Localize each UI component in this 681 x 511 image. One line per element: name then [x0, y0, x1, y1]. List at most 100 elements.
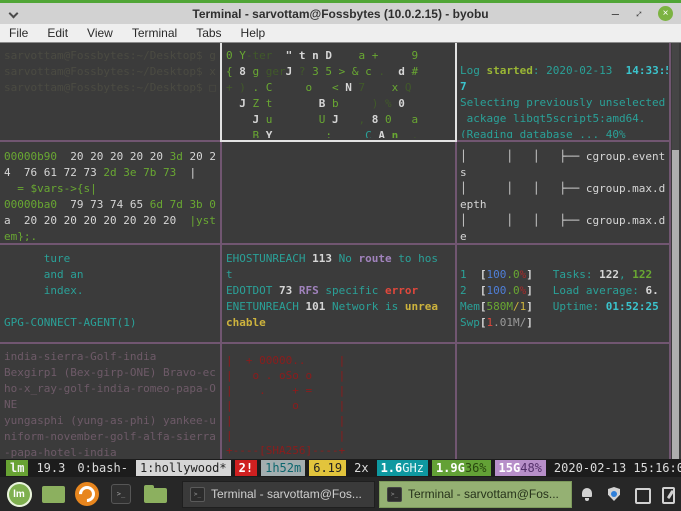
terminal-line: [4, 299, 216, 315]
pane-border: [457, 140, 671, 142]
updates-badge: 2!: [235, 460, 257, 476]
taskbar-window-button-0[interactable]: >_Terminal - sarvottam@Fos...: [182, 481, 375, 508]
terminal-line: sarvottam@Fossbytes:~/Desktop$ g: [4, 48, 216, 64]
close-button[interactable]: ×: [658, 6, 673, 21]
terminal-line: [460, 251, 666, 267]
pane-empty-middle[interactable]: [224, 145, 453, 241]
terminal-line: | . + = |: [226, 383, 451, 398]
terminal-line: t: [226, 267, 451, 283]
pane-empty-right[interactable]: [458, 345, 668, 458]
terminal-line: and an: [4, 267, 216, 283]
menu-item-file[interactable]: File: [9, 26, 28, 40]
pane-apt-log[interactable]: Log started: 2020-02-13 14:33:57Selectin…: [458, 43, 668, 138]
pane-border: [455, 140, 457, 459]
terminal-line: sarvottam@Fossbytes:~/Desktop$ □: [4, 80, 216, 96]
files-button[interactable]: [140, 479, 170, 509]
orange-app-button[interactable]: [72, 479, 102, 509]
restore-button[interactable]: ↔: [631, 6, 647, 22]
terminal-line: NE: [4, 397, 216, 413]
pane-hexdump[interactable]: 00000b90 20 20 20 20 20 3d 20 24 76 61 7…: [2, 145, 218, 241]
terminal-line: J Z t B b ) % 0: [226, 96, 451, 112]
release-indicator: 19.3: [32, 460, 69, 476]
byobu-status-bar: lm19.30:bash-1:hollywood* 2!1h52m6.192x 1…: [0, 459, 681, 477]
mint-menu-icon: lm: [7, 482, 32, 507]
window-selector-icon[interactable]: [632, 485, 650, 503]
taskbar-window-button-1[interactable]: >_ Terminal - sarvottam@Fos...: [379, 481, 572, 508]
terminal-launcher-button[interactable]: >_: [106, 479, 136, 509]
menu-item-view[interactable]: View: [87, 26, 113, 40]
terminal-line: │ │ │ ├── cgroup.max.d: [460, 213, 666, 229]
notifications-icon[interactable]: [578, 485, 596, 503]
pane-border: [0, 140, 220, 142]
pane-shell-prompt[interactable]: sarvottam@Fossbytes:~/Desktop$ g sarvotta…: [2, 44, 218, 138]
pane-ssh-randomart[interactable]: | + 00000.. || o . oSo o || . + = || o |…: [224, 345, 453, 458]
terminal-line: chable: [226, 315, 451, 331]
terminal-line: Selecting previously unselected: [460, 95, 666, 111]
pane-matrix-rain[interactable]: 0 Y-ter " t n D a + 9{ 8 g gerJ ? 3 5 > …: [224, 44, 453, 138]
update-manager-icon[interactable]: [605, 485, 623, 503]
memory-badge: 1.9G36%: [432, 460, 491, 476]
terminal-line: ture: [4, 251, 216, 267]
terminal-icon: >_: [387, 487, 402, 502]
menu-bar: File Edit View Terminal Tabs Help: [0, 24, 681, 43]
terminal-line: Bexgirp1 (Bex-girp-ONE) Bravo-ec: [4, 365, 216, 381]
terminal-area[interactable]: sarvottam@Fossbytes:~/Desktop$ g sarvotta…: [0, 43, 681, 459]
terminal-line: | o |: [226, 398, 451, 413]
window-titlebar[interactable]: Terminal - sarvottam@Fossbytes (10.0.2.1…: [0, 3, 681, 24]
menu-item-terminal[interactable]: Terminal: [132, 26, 177, 40]
terminal-line: Mem[580M/1] Uptime: 01:52:25: [460, 299, 666, 315]
terminal-line: a 20 20 20 20 20 20 20 20 |yst: [4, 213, 216, 229]
cpu-count: 2x: [350, 460, 372, 476]
pane-cgroup-tree[interactable]: │ │ │ ├── cgroup.events│ │ │ ├── cgroup.…: [458, 145, 668, 241]
taskbar-window-title: Terminal - sarvottam@Fos...: [408, 487, 559, 501]
terminal-launcher-icon: >_: [111, 484, 131, 504]
terminal-line: ENETUNREACH 101 Network is unrea: [226, 299, 451, 315]
pane-manpage[interactable]: ture and an index.GPG-CONNECT-AGENT(1): [2, 247, 218, 339]
window-tab-bash[interactable]: 0:bash-: [73, 460, 132, 476]
terminal-line: B Y _ ; C A n ,: [226, 128, 451, 138]
pane-border: [220, 43, 222, 140]
terminal-line: | + 00000.. |: [226, 353, 451, 368]
terminal-line: 00000ba0 79 73 74 65 6d 7d 3b 0: [4, 197, 216, 213]
pane-border: [669, 43, 671, 459]
pane-errno-list[interactable]: EHOSTUNREACH 113 No route to hostEDOTDOT…: [224, 247, 453, 339]
load-badge: 6.19: [309, 460, 346, 476]
menu-item-tabs[interactable]: Tabs: [196, 26, 221, 40]
clock: 2020-02-13 15:16:03: [550, 460, 681, 476]
terminal-line: Swp[1.01M/]: [460, 315, 666, 331]
orange-app-icon: [75, 482, 99, 506]
logo-badge: lm: [6, 460, 28, 476]
pane-htop[interactable]: 1 [100.0%] Tasks: 122, 1222 [100.0%] Loa…: [458, 247, 668, 339]
terminal-line: +----[SHA256]----+: [226, 443, 451, 458]
terminal-line: 00000b90 20 20 20 20 20 3d 20 2: [4, 149, 216, 165]
mint-menu-button[interactable]: lm: [4, 479, 34, 509]
show-desktop-button[interactable]: [38, 479, 68, 509]
terminal-line: niform-november-golf-alfa-sierra: [4, 429, 216, 445]
pane-border: [220, 140, 457, 142]
pane-border: [0, 243, 671, 245]
terminal-line: epth: [460, 197, 666, 213]
terminal-line: em};.: [4, 229, 216, 241]
menu-item-help[interactable]: Help: [241, 26, 266, 40]
terminal-line: india-sierra-Golf-india: [4, 349, 216, 365]
pane-border: [455, 43, 457, 140]
terminal-line: 1 [100.0%] Tasks: 122, 122: [460, 267, 666, 283]
terminal-line: index.: [4, 283, 216, 299]
menu-item-edit[interactable]: Edit: [47, 26, 68, 40]
terminal-line: Log started: 2020-02-13 14:33:5: [460, 63, 666, 79]
window-tab-hollywood[interactable]: 1:hollywood*: [136, 460, 231, 476]
terminal-line: (Reading database ... 40%: [460, 127, 666, 138]
terminal-line: e: [460, 229, 666, 241]
pane-phonetic-words[interactable]: india-sierra-Golf-indiaBexgirp1 (Bex-gir…: [2, 345, 218, 458]
terminal-line: │ │ │ ├── cgroup.max.d: [460, 181, 666, 197]
files-icon: [144, 488, 167, 503]
terminal-line: | o . oSo o |: [226, 368, 451, 383]
terminal-line: | |: [226, 428, 451, 443]
taskbar: lm>_ >_Terminal - sarvottam@Fos...>_Term…: [0, 477, 681, 511]
clipboard-manager-icon[interactable]: [659, 485, 677, 503]
scrollbar-thumb[interactable]: [672, 150, 679, 459]
terminal-line: 0 Y-ter " t n D a + 9: [226, 48, 451, 64]
terminal-line: { 8 g gerJ ? 3 5 > & c . d #: [226, 64, 451, 80]
session-time-badge: 1h52m: [261, 460, 305, 476]
minimize-button[interactable]: –: [612, 7, 619, 20]
